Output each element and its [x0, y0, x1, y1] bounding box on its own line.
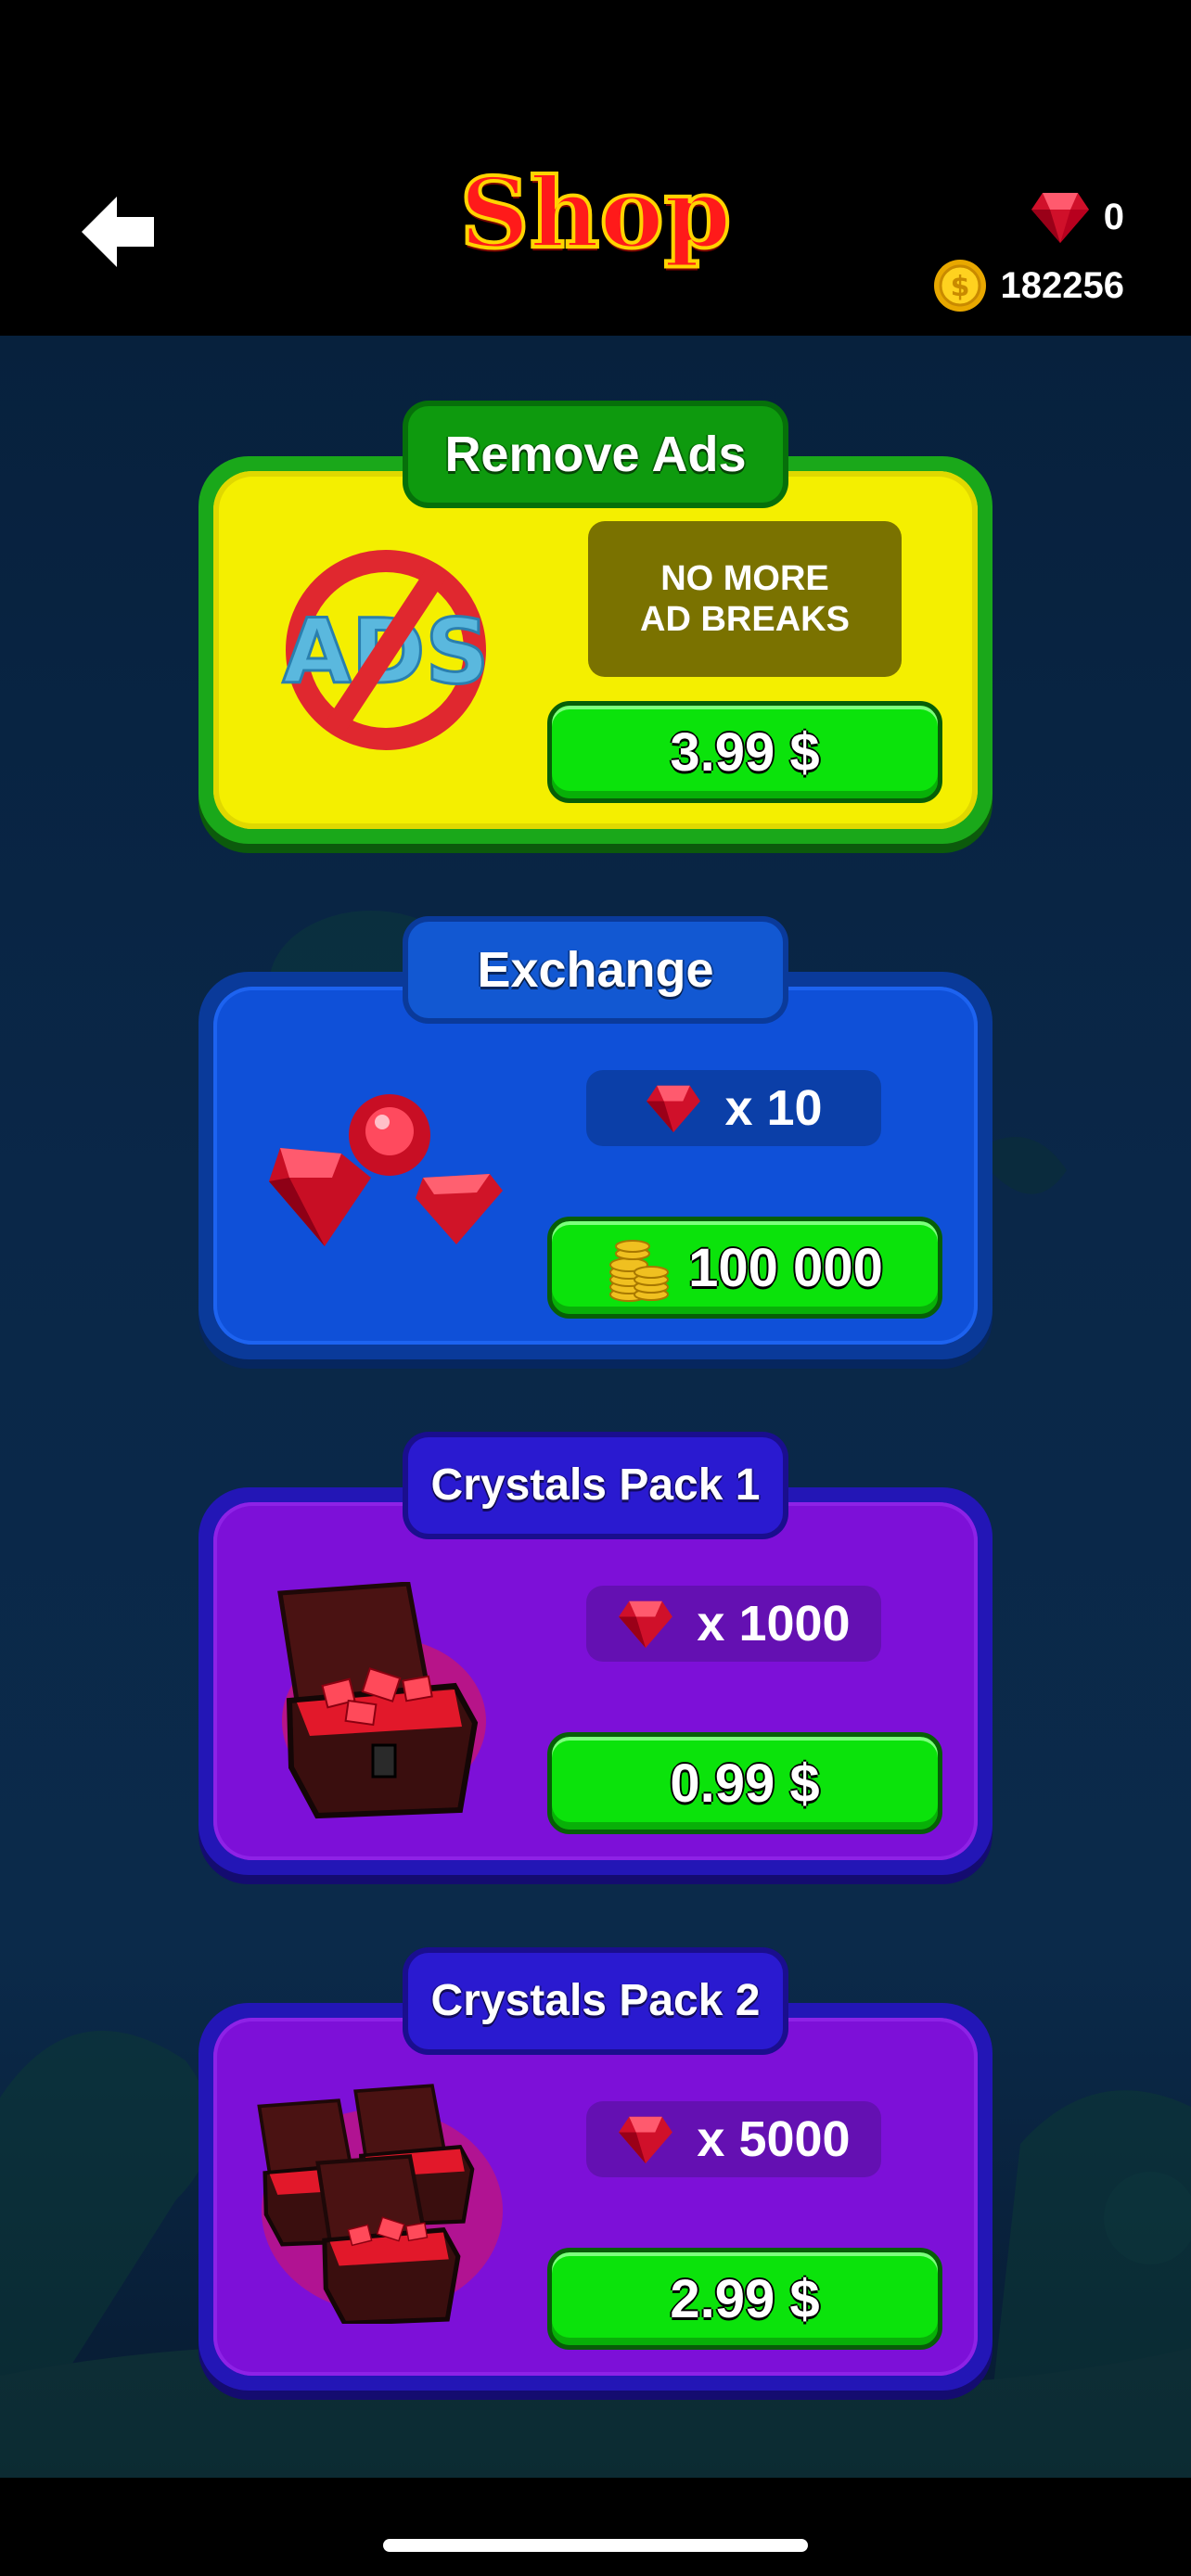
- exchange-price: 100 000: [688, 1237, 883, 1298]
- crystals-pack-1-amount-text: x 1000: [697, 1596, 851, 1651]
- ruby-icon: [1031, 193, 1089, 243]
- crystals-pack-2-tab: Crystals Pack 2: [408, 1953, 783, 2049]
- no-ads-line-1: NO MORE: [660, 559, 829, 598]
- crystals-pack-2-price: 2.99 $: [670, 2268, 820, 2329]
- coin-stack-icon: [609, 1240, 670, 1302]
- remove-ads-price: 3.99 $: [670, 721, 820, 783]
- crystals-pack-1-tab: Crystals Pack 1: [408, 1437, 783, 1534]
- rubies-icon: [263, 1090, 505, 1248]
- crystals-pack-2-buy-button[interactable]: 2.99 $: [547, 2248, 942, 2350]
- exchange-amount: x 10: [586, 1070, 881, 1146]
- coin-balance: $ 182256: [932, 252, 1124, 319]
- remove-ads-buy-button[interactable]: 3.99 $: [547, 701, 942, 803]
- treasure-chest-icon: [269, 1581, 499, 1821]
- crystals-pack-1-price: 0.99 $: [670, 1753, 820, 1814]
- wallet: 0 $ 182256: [932, 184, 1124, 321]
- svg-text:$: $: [950, 271, 969, 303]
- remove-ads-tab: Remove Ads: [408, 406, 783, 503]
- treasure-chests-icon: [252, 2081, 508, 2327]
- crystals-pack-1-amount: x 1000: [586, 1586, 881, 1662]
- no-ads-icon: ADS: [275, 543, 497, 757]
- ruby-icon: [647, 1085, 701, 1133]
- coin-icon: $: [933, 260, 986, 312]
- crystals-pack-2-amount: x 5000: [586, 2101, 881, 2177]
- exchange-amount-text: x 10: [724, 1080, 823, 1136]
- no-ads-description: NO MORE AD BREAKS: [588, 521, 902, 677]
- home-indicator[interactable]: [383, 2539, 808, 2552]
- exchange-tab: Exchange: [408, 922, 783, 1018]
- ruby-icon: [619, 1600, 673, 1649]
- gem-count: 0: [1103, 196, 1124, 237]
- top-bar: Shop 0 $ 182256: [0, 0, 1191, 336]
- bottom-bar: [0, 2478, 1191, 2576]
- ruby-icon: [619, 2116, 673, 2164]
- crystals-pack-1-buy-button[interactable]: 0.99 $: [547, 1732, 942, 1834]
- exchange-buy-button[interactable]: 100 000: [547, 1217, 942, 1319]
- crystals-pack-2-amount-text: x 5000: [697, 2111, 851, 2167]
- coin-count: 182256: [1000, 264, 1124, 306]
- gem-balance: 0: [932, 184, 1124, 250]
- no-ads-line-2: AD BREAKS: [640, 600, 850, 639]
